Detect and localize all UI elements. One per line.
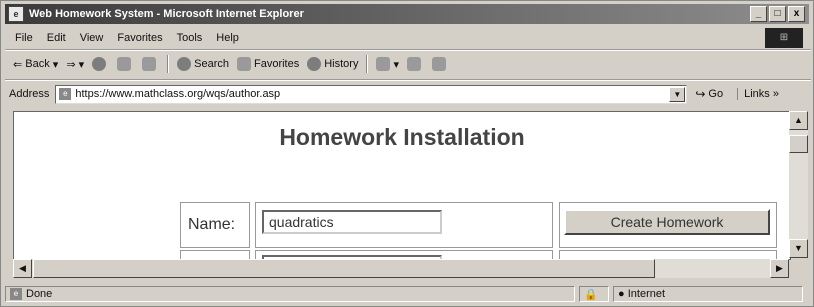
- print-button[interactable]: [407, 57, 424, 71]
- zone-panel: ● Internet: [613, 286, 803, 302]
- ie-logo-icon: e: [8, 6, 24, 22]
- favorites-label: Favorites: [253, 58, 300, 70]
- page-title: Homework Installation: [279, 124, 525, 150]
- window-title: Web Homework System - Microsoft Internet…: [29, 8, 304, 20]
- toolbar-separator: [167, 55, 170, 73]
- favorites-button[interactable]: Favorites: [236, 57, 300, 71]
- back-arrow-icon: ⇐: [13, 58, 23, 71]
- mail-icon: [376, 57, 391, 71]
- name-label: Name:: [188, 216, 236, 233]
- horizontal-scrollbar[interactable]: ◀ ▶: [13, 259, 789, 278]
- history-icon: [307, 57, 322, 71]
- go-button[interactable]: ↪ Go: [695, 87, 723, 101]
- create-homework-button[interactable]: Create Homework: [564, 209, 770, 235]
- address-dropdown-button[interactable]: ▼: [669, 86, 686, 102]
- menu-favorites[interactable]: Favorites: [117, 32, 162, 44]
- scroll-right-button[interactable]: ▶: [770, 259, 789, 278]
- status-text: Done: [26, 288, 53, 300]
- address-bar: Address e https://www.mathclass.org/wqs/…: [5, 82, 809, 106]
- lock-panel: 🔒: [579, 286, 609, 302]
- browser-window: e Web Homework System - Microsoft Intern…: [0, 0, 814, 307]
- address-label: Address: [9, 88, 50, 100]
- back-button[interactable]: ⇐ Back ▾: [13, 58, 58, 71]
- horizontal-scroll-thumb[interactable]: [33, 259, 655, 278]
- stop-icon: [92, 57, 107, 71]
- forward-button[interactable]: ⇒ ▾: [66, 58, 84, 71]
- minimize-button[interactable]: _: [750, 6, 767, 22]
- menu-file[interactable]: File: [15, 32, 33, 44]
- address-url[interactable]: https://www.mathclass.org/wqs/author.asp: [75, 88, 280, 100]
- page-icon: e: [10, 288, 22, 300]
- page-icon: e: [59, 88, 72, 100]
- maximize-button[interactable]: □: [769, 6, 786, 22]
- edit-icon: [432, 57, 446, 71]
- scroll-up-button[interactable]: ▲: [789, 111, 808, 130]
- toolbar-separator: [366, 55, 369, 73]
- lock-icon: 🔒: [584, 288, 598, 301]
- home-button[interactable]: [142, 57, 159, 71]
- globe-icon: ●: [618, 288, 625, 300]
- mail-button[interactable]: ▾: [376, 57, 399, 71]
- search-label: Search: [194, 58, 229, 70]
- favorites-icon: [236, 57, 251, 71]
- search-button[interactable]: Search: [177, 57, 229, 71]
- address-input[interactable]: e https://www.mathclass.org/wqs/author.a…: [55, 84, 688, 104]
- edit-button[interactable]: [432, 57, 449, 71]
- back-label: Back: [25, 58, 50, 70]
- vertical-scrollbar[interactable]: ▲ ▼: [789, 111, 808, 258]
- menu-view[interactable]: View: [80, 32, 104, 44]
- scroll-down-button[interactable]: ▼: [789, 239, 808, 258]
- scroll-left-button[interactable]: ◀: [13, 259, 32, 278]
- standard-toolbar: ⇐ Back ▾ ⇒ ▾ Search Favorites History ▾: [5, 51, 809, 77]
- close-button[interactable]: x: [788, 6, 805, 22]
- search-icon: [177, 57, 192, 71]
- history-button[interactable]: History: [307, 57, 358, 71]
- scroll-thumb[interactable]: [789, 135, 808, 153]
- menu-tools[interactable]: Tools: [177, 32, 203, 44]
- window-controls: _ □ x: [750, 6, 805, 22]
- refresh-icon: [117, 57, 132, 71]
- status-text-panel: e Done: [5, 286, 575, 302]
- status-bar: e Done 🔒 ● Internet: [5, 284, 811, 304]
- history-label: History: [324, 58, 359, 70]
- menu-help[interactable]: Help: [216, 32, 239, 44]
- menu-bar: File Edit View Favorites Tools Help ⊞: [5, 28, 809, 48]
- page-content: Homework Installation Name: quadratics C…: [13, 111, 791, 260]
- go-arrow-icon: ↪: [695, 87, 706, 101]
- separator: [5, 79, 811, 81]
- links-button[interactable]: Links »: [737, 88, 779, 100]
- stop-button[interactable]: [92, 57, 109, 71]
- zone-text: Internet: [627, 288, 666, 300]
- name-input[interactable]: quadratics: [262, 210, 442, 234]
- refresh-button[interactable]: [117, 57, 134, 71]
- print-icon: [407, 57, 421, 71]
- title-bar: e Web Homework System - Microsoft Intern…: [5, 4, 809, 24]
- forward-arrow-icon: ⇒: [66, 58, 76, 71]
- windows-logo-icon: ⊞: [765, 28, 803, 48]
- go-label: Go: [708, 88, 724, 100]
- home-icon: [142, 57, 157, 71]
- menu-edit[interactable]: Edit: [47, 32, 66, 44]
